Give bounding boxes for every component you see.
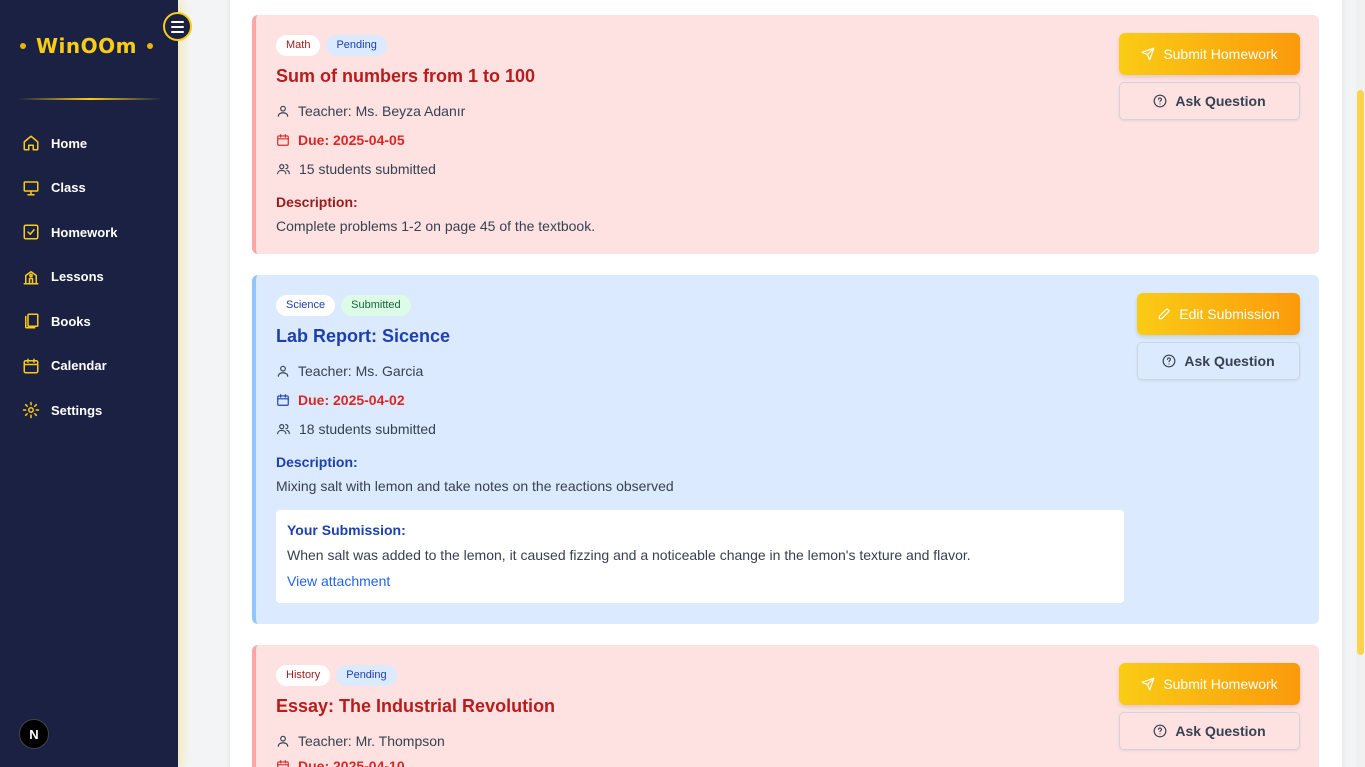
teacher-name: Teacher: Ms. Garcia	[298, 362, 424, 379]
gear-icon	[22, 402, 40, 419]
ask-question-label: Ask Question	[1175, 93, 1266, 109]
sidebar: WinOOm Home Class Homework Lessons Books…	[0, 0, 178, 767]
status-badge: Submitted	[341, 295, 411, 316]
sidebar-item-lessons[interactable]: Lessons	[0, 255, 178, 300]
description-label: Description:	[276, 454, 358, 470]
due-date: Due: 2025-04-02	[298, 391, 405, 408]
sidebar-item-label: Home	[51, 135, 88, 151]
sidebar-item-label: Class	[51, 180, 86, 196]
submit-homework-button[interactable]: Submit Homework	[1119, 33, 1300, 75]
sidebar-item-label: Settings	[51, 402, 103, 418]
sidebar-item-label: Homework	[51, 224, 118, 240]
sidebar-item-settings[interactable]: Settings	[0, 388, 178, 433]
hamburger-icon-line	[171, 30, 184, 33]
due-row: Due: 2025-04-02	[276, 385, 1299, 414]
calendar-icon	[277, 393, 289, 406]
submitted-count: 18 students submitted	[299, 420, 436, 437]
due-row: Due: 2025-04-05	[276, 125, 1299, 154]
sidebar-item-home[interactable]: Home	[0, 121, 178, 166]
sidebar-item-label: Books	[51, 313, 91, 329]
status-badge: Pending	[326, 35, 387, 56]
sidebar-item-homework[interactable]: Homework	[0, 210, 178, 255]
sidebar-nav: Home Class Homework Lessons Books Calend…	[0, 121, 178, 433]
scrollbar-thumb[interactable]	[1357, 90, 1364, 655]
logo-text: WinOOm	[36, 34, 137, 58]
menu-toggle-button[interactable]	[163, 12, 192, 41]
user-icon	[277, 365, 289, 377]
help-circle-icon	[1153, 94, 1167, 108]
ask-question-button[interactable]: Ask Question	[1119, 82, 1300, 120]
subject-badge: History	[276, 665, 331, 686]
school-icon	[23, 270, 39, 285]
logo-dot-right	[147, 43, 153, 49]
users-icon	[277, 423, 290, 434]
submission-text: When salt was added to the lemon, it cau…	[287, 547, 971, 563]
ask-question-label: Ask Question	[1184, 353, 1275, 369]
view-attachment-link[interactable]: View attachment	[287, 573, 390, 589]
teacher-name: Teacher: Mr. Thompson	[298, 732, 445, 749]
subject-badge: Science	[276, 295, 336, 316]
send-icon	[1141, 47, 1155, 61]
edit-submission-label: Edit Submission	[1179, 306, 1280, 322]
logo-divider	[18, 98, 162, 100]
pencil-icon	[1159, 308, 1171, 320]
hamburger-icon-line	[171, 25, 184, 28]
submitted-count-row: 15 students submitted	[276, 154, 1299, 183]
user-icon	[277, 735, 289, 747]
due-date: Due: 2025-04-05	[298, 131, 405, 148]
app-logo[interactable]: WinOOm	[20, 34, 153, 58]
presentation-icon	[23, 181, 39, 196]
submission-label: Your Submission:	[287, 522, 406, 538]
sidebar-item-label: Lessons	[51, 269, 104, 285]
ask-question-label: Ask Question	[1175, 723, 1266, 739]
calendar-icon	[23, 358, 39, 374]
edit-submission-button[interactable]: Edit Submission	[1137, 293, 1300, 335]
status-badge: Pending	[336, 665, 397, 686]
home-icon	[23, 135, 39, 151]
submitted-count-row: 18 students submitted	[276, 414, 1299, 443]
send-icon	[1141, 677, 1155, 691]
submit-homework-label: Submit Homework	[1163, 676, 1278, 692]
books-icon	[25, 313, 39, 329]
sidebar-item-class[interactable]: Class	[0, 166, 178, 211]
logo-dot-left	[20, 43, 26, 49]
hamburger-icon-line	[171, 20, 184, 23]
checkbox-icon	[23, 224, 39, 240]
submit-homework-button[interactable]: Submit Homework	[1119, 663, 1300, 705]
submission-box: Your Submission: When salt was added to …	[276, 510, 1124, 603]
help-circle-icon	[1162, 354, 1176, 368]
sidebar-item-label: Calendar	[51, 358, 107, 374]
due-row: Due: 2025-04-10	[276, 755, 1299, 767]
user-icon	[277, 105, 289, 117]
submitted-count: 15 students submitted	[299, 160, 436, 177]
subject-badge: Math	[276, 35, 321, 56]
description-text: Mixing salt with lemon and take notes on…	[276, 478, 674, 494]
ask-question-button[interactable]: Ask Question	[1119, 712, 1300, 750]
help-circle-icon	[1153, 724, 1167, 738]
users-icon	[277, 163, 290, 174]
page-scrollbar[interactable]	[1356, 0, 1365, 767]
description-text: Complete problems 1-2 on page 45 of the …	[276, 218, 596, 234]
dev-badge[interactable]: N	[19, 719, 49, 749]
sidebar-item-books[interactable]: Books	[0, 299, 178, 344]
calendar-icon	[277, 760, 289, 767]
due-date: Due: 2025-04-10	[298, 758, 405, 767]
calendar-icon	[277, 133, 289, 146]
submit-homework-label: Submit Homework	[1163, 46, 1278, 62]
sidebar-item-calendar[interactable]: Calendar	[0, 344, 178, 389]
ask-question-button[interactable]: Ask Question	[1137, 342, 1300, 380]
teacher-name: Teacher: Ms. Beyza Adanır	[298, 102, 466, 119]
description-label: Description:	[276, 194, 358, 210]
